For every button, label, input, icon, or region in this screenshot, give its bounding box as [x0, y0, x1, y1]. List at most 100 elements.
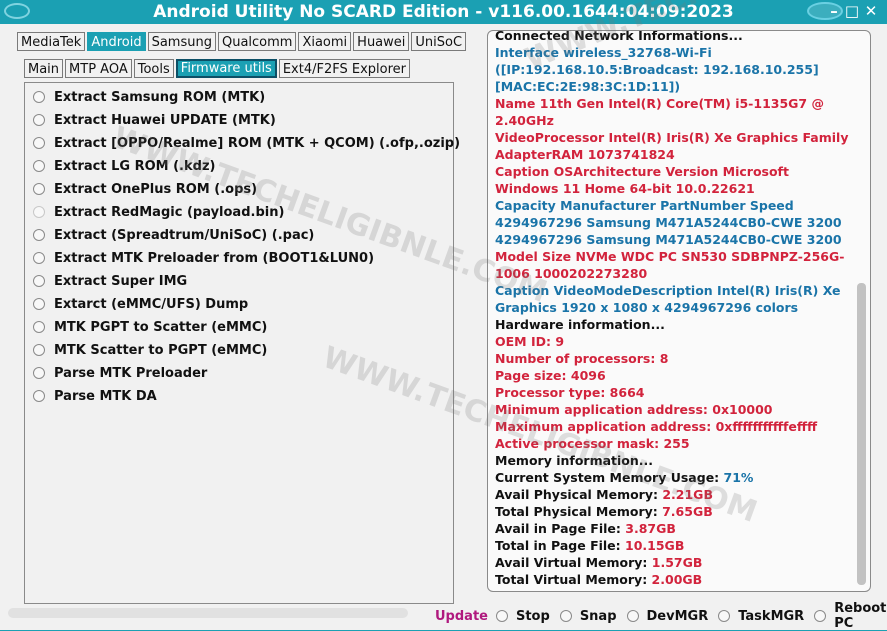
tab-qualcomm[interactable]: Qualcomm: [217, 32, 297, 51]
info-label: Avail Virtual Memory:: [495, 555, 652, 570]
radio-button[interactable]: [33, 275, 45, 287]
reboot-pc-option[interactable]: Reboot PC: [814, 601, 886, 631]
firmware-option-parse-mtk-da[interactable]: Parse MTK DA: [33, 386, 157, 406]
firmware-option-extract-super-img[interactable]: Extract Super IMG: [33, 271, 187, 291]
firmware-option-extract-huawei-update-mtk[interactable]: Extract Huawei UPDATE (MTK): [33, 110, 276, 130]
snap-option[interactable]: Snap: [559, 609, 617, 624]
info-scrollbar[interactable]: [856, 37, 866, 587]
info-line: Memory information...: [495, 453, 654, 468]
info-value: 71%: [723, 470, 754, 485]
firmware-option-label: Extract LG ROM (.kdz): [54, 158, 216, 174]
firmware-option-extract-spreadtrum-unisoc-pac[interactable]: Extract (Spreadtrum/UniSoC) (.pac): [33, 225, 314, 245]
window-title: Android Utility No SCARD Edition - v116.…: [153, 2, 734, 22]
info-value: 2.21GB: [662, 487, 713, 502]
tab-mediatek[interactable]: MediaTek: [17, 32, 86, 51]
progress-bar: [8, 608, 408, 618]
firmware-option-extract-oppo-realme-rom-mtk-qcom-ofp-ozip[interactable]: Extract [OPPO/Realme] ROM (MTK + QCOM) (…: [33, 133, 460, 153]
info-line: OEM ID: 9: [495, 334, 565, 349]
tab-ext4-f2fs-explorer[interactable]: Ext4/F2FS Explorer: [278, 59, 410, 78]
radio-button[interactable]: [559, 610, 572, 622]
radio-button[interactable]: [495, 610, 508, 622]
firmware-option-parse-mtk-preloader[interactable]: Parse MTK Preloader: [33, 363, 207, 383]
radio-button[interactable]: [33, 137, 45, 149]
radio-button[interactable]: [33, 114, 45, 126]
radio-button[interactable]: [33, 160, 45, 172]
radio-button[interactable]: [814, 610, 827, 622]
firmware-option-extract-lg-rom-kdz[interactable]: Extract LG ROM (.kdz): [33, 156, 215, 176]
tab-firmware-utils[interactable]: Firmware utils: [175, 59, 277, 78]
info-label: Avail in Page File:: [495, 521, 626, 536]
devmgr-option[interactable]: DevMGR: [626, 608, 709, 624]
info-label: Total in Page File:: [495, 538, 626, 553]
info-line: Processor type: 8664: [495, 385, 645, 400]
info-line: Computed dimensions height:1080:width:19…: [495, 588, 855, 591]
radio-button[interactable]: [33, 390, 45, 402]
radio-button[interactable]: [33, 229, 45, 241]
firmware-option-extract-oneplus-rom-ops[interactable]: Extract OnePlus ROM (.ops): [33, 179, 257, 199]
info-scrollbar-thumb[interactable]: [857, 283, 866, 585]
firmware-option-label: Extract Huawei UPDATE (MTK): [54, 112, 276, 128]
info-line: Connected Network Informations...: [495, 30, 743, 43]
info-line: Total in Page File: 10.15GB: [495, 537, 855, 554]
option-label: Reboot PC: [834, 601, 887, 631]
firmware-option-mtk-pgpt-to-scatter-emmc[interactable]: MTK PGPT to Scatter (eMMC): [33, 317, 267, 337]
tab-android[interactable]: Android: [87, 32, 146, 51]
info-line: Number of processors: 8: [495, 351, 669, 366]
minimize-icon[interactable]: –: [825, 2, 843, 20]
info-line: Avail Virtual Memory: 1.57GB: [495, 554, 855, 571]
taskmgr-option[interactable]: TaskMGR: [718, 609, 804, 624]
info-label: Current System Memory Usage:: [495, 470, 724, 485]
update-link[interactable]: Update: [435, 609, 488, 624]
firmware-option-mtk-scatter-to-pgpt-emmc[interactable]: MTK Scatter to PGPT (eMMC): [33, 340, 267, 360]
title-bar: Android Utility No SCARD Edition - v116.…: [0, 0, 887, 24]
tab-samsung[interactable]: Samsung: [147, 32, 216, 51]
info-value: 3.87GB: [625, 521, 676, 536]
info-value: 10.15GB: [625, 538, 685, 553]
radio-button[interactable]: [33, 344, 45, 356]
info-label: Avail Physical Memory:: [495, 487, 663, 502]
info-line: Hardware information...: [495, 317, 665, 332]
info-line: Total Physical Memory: 7.65GB: [495, 503, 855, 520]
close-icon[interactable]: ✕: [862, 2, 880, 20]
android-sub-tabs: Main MTP AOA Tools Firmware utils Ext4/F2FS …: [24, 59, 410, 78]
radio-button[interactable]: [33, 183, 45, 195]
radio-button[interactable]: [33, 367, 45, 379]
radio-button[interactable]: [626, 610, 639, 622]
info-line: Avail in Page File: 3.87GB: [495, 520, 855, 537]
radio-button[interactable]: [33, 321, 45, 333]
info-line: Capacity Manufacturer PartNumber Speed 4…: [495, 198, 846, 247]
tab-unisoc[interactable]: UniSoC: [411, 32, 467, 51]
firmware-option-label: Extract Super IMG: [54, 273, 188, 289]
tab-mtp-aoa[interactable]: MTP AOA: [65, 59, 132, 78]
device-info-box[interactable]: Connected Network Informations... Interfa…: [487, 30, 871, 592]
info-value: 7.65GB: [662, 504, 713, 519]
tab-xiaomi[interactable]: Xiaomi: [298, 32, 352, 51]
firmware-option-extract-samsung-rom-mtk[interactable]: Extract Samsung ROM (MTK): [33, 87, 265, 107]
tab-tools[interactable]: Tools: [133, 59, 174, 78]
tab-huawei[interactable]: Huawei: [353, 32, 410, 51]
info-line: Interface wireless_32768-Wi-Fi ([IP:192.…: [495, 45, 819, 94]
maximize-icon[interactable]: □: [843, 2, 861, 20]
tab-main[interactable]: Main: [24, 59, 64, 78]
radio-button[interactable]: [718, 610, 731, 622]
option-label: DevMGR: [646, 608, 709, 624]
info-label: Total Virtual Memory:: [495, 572, 652, 587]
firmware-option-extract-mtk-preloader-from-boot1-lun0[interactable]: Extract MTK Preloader from (BOOT1&LUN0): [33, 248, 374, 268]
radio-button[interactable]: [33, 298, 45, 310]
info-line: Current System Memory Usage: 71%: [495, 469, 855, 486]
firmware-option-extract-redmagic-payload-bin[interactable]: Extract RedMagic (payload.bin): [33, 202, 284, 222]
radio-button[interactable]: [33, 206, 45, 218]
stop-option[interactable]: Stop: [495, 609, 550, 624]
radio-button[interactable]: [33, 252, 45, 264]
firmware-option-label: Extract MTK Preloader from (BOOT1&LUN0): [54, 250, 375, 266]
info-line: Caption VideoModeDescription Intel(R) Ir…: [495, 283, 845, 315]
radio-button[interactable]: [33, 91, 45, 103]
firmware-option-label: Extract (Spreadtrum/UniSoC) (.pac): [54, 227, 315, 243]
info-line: Avail Physical Memory: 2.21GB: [495, 486, 855, 503]
main-window: MediaTek Android Samsung Qualcomm Xiaomi Huaw…: [0, 24, 887, 631]
firmware-utils-panel: Extract Samsung ROM (MTK) Extract Huawei …: [24, 82, 460, 604]
info-value: 1.57GB: [651, 555, 703, 570]
info-line: Name 11th Gen Intel(R) Core(TM) i5-1135G…: [495, 96, 829, 128]
device-info-text: Connected Network Informations... Interfa…: [495, 30, 855, 591]
firmware-option-extarct-emmc-ufs-dump[interactable]: Extarct (eMMC/UFS) Dump: [33, 294, 248, 314]
